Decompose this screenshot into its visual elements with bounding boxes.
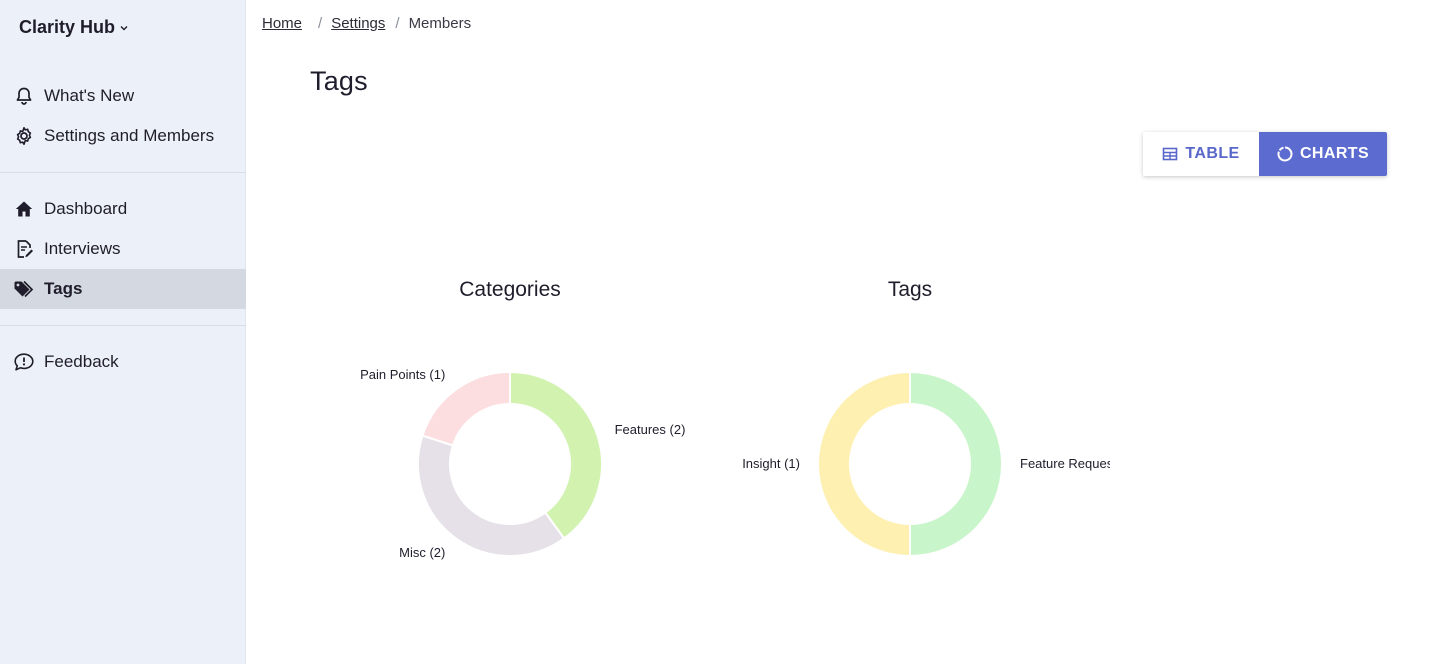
- breadcrumb-home-link[interactable]: Home: [262, 15, 302, 32]
- sidebar-bottom-group: Feedback: [0, 342, 246, 382]
- sidebar-item-dashboard[interactable]: Dashboard: [0, 189, 246, 229]
- sidebar-main-group: Dashboard Interviews Tags: [0, 189, 246, 309]
- home-icon: [13, 198, 35, 220]
- sidebar-top-group: What's New Settings and Members: [0, 76, 246, 156]
- sidebar-item-label: Dashboard: [44, 199, 128, 218]
- sidebar-item-feedback[interactable]: Feedback: [0, 342, 246, 382]
- tags-chart-title: Tags: [887, 278, 933, 301]
- chat-alert-icon: [13, 351, 35, 373]
- sidebar-divider: [0, 325, 246, 326]
- breadcrumb-settings-link[interactable]: Settings: [331, 15, 385, 32]
- gear-icon: [13, 125, 35, 147]
- categories-donut-chart: Features (2) Misc (2) Pain Points (1): [360, 367, 686, 560]
- donut-label-features: Features (2): [615, 422, 686, 437]
- charts-view-button[interactable]: CHARTS: [1259, 132, 1387, 176]
- brand-name: Clarity Hub: [19, 17, 116, 37]
- sidebar-item-settings-and-members[interactable]: Settings and Members: [0, 116, 246, 156]
- sidebar-item-label: Settings and Members: [44, 126, 215, 145]
- donut-slice-features[interactable]: [509, 370, 603, 540]
- sidebar-divider: [0, 172, 246, 173]
- breadcrumb-separator: /: [395, 15, 400, 32]
- tags-icon: [13, 278, 35, 300]
- donut-slice-insight[interactable]: [817, 370, 911, 558]
- charts-view-label: CHARTS: [1299, 145, 1370, 162]
- bell-icon: [13, 85, 35, 107]
- breadcrumb: Home / Settings / Members: [262, 15, 471, 32]
- donut-label-feature-request: Feature Request: [1020, 456, 1110, 471]
- donut-slice-misc[interactable]: [417, 434, 566, 557]
- workspace-switcher[interactable]: Clarity Hub: [19, 17, 129, 38]
- chevron-down-icon: [120, 25, 128, 30]
- table-view-button[interactable]: TABLE: [1143, 132, 1259, 176]
- sidebar-item-whats-new[interactable]: What's New: [0, 76, 246, 116]
- table-view-label: TABLE: [1185, 145, 1240, 162]
- donut-label-misc: Misc (2): [399, 545, 445, 560]
- sidebar-item-interviews[interactable]: Interviews: [0, 229, 246, 269]
- sidebar: Clarity Hub What's New Settings and Memb…: [0, 0, 246, 664]
- sidebar-item-label: What's New: [44, 86, 135, 105]
- sidebar-item-label: Interviews: [44, 239, 121, 258]
- donut-slice-feature-request[interactable]: [909, 370, 1003, 558]
- view-toggle: TABLE CHARTS: [1143, 132, 1387, 176]
- breadcrumb-current: Members: [408, 15, 472, 32]
- sidebar-item-tags[interactable]: Tags: [0, 269, 246, 309]
- categories-chart-title: Categories: [459, 278, 561, 301]
- sidebar-item-label: Tags: [44, 279, 83, 298]
- tags-donut-chart: Feature Request Insight (1): [742, 370, 1110, 558]
- donut-label-insight: Insight (1): [742, 456, 800, 471]
- document-edit-icon: [13, 238, 35, 260]
- donut-slice-pain-points[interactable]: [421, 370, 511, 447]
- donut-label-pain-points: Pain Points (1): [360, 367, 445, 382]
- table-icon: [1162, 146, 1178, 162]
- page-title: Tags: [310, 66, 368, 96]
- sidebar-item-label: Feedback: [44, 352, 119, 371]
- donut-chart-icon: [1277, 146, 1293, 162]
- breadcrumb-separator: /: [318, 15, 323, 32]
